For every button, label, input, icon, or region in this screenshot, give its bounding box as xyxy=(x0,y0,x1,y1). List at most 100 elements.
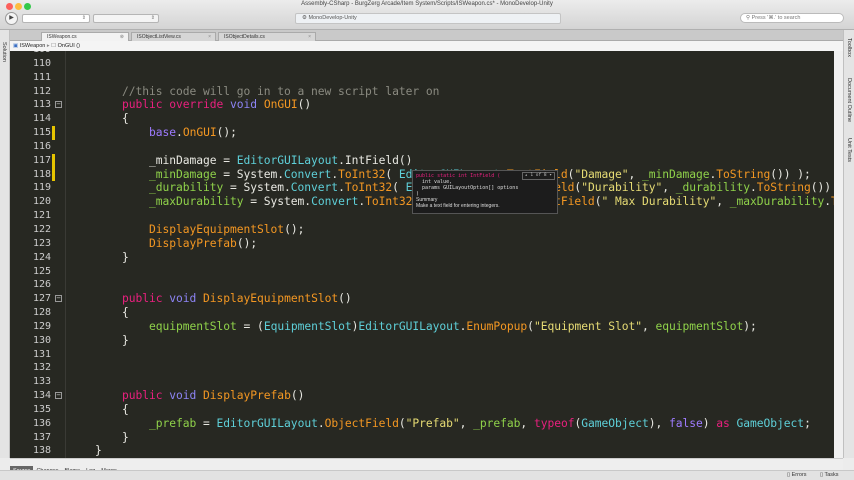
code-line[interactable]: 138 } xyxy=(10,444,843,458)
code-token: EditorGUILayout xyxy=(216,416,318,430)
code-line[interactable]: 128 { xyxy=(10,306,843,320)
errors-label: Errors xyxy=(791,472,807,478)
class-icon: ▣ xyxy=(13,43,20,49)
code-token: EditorGUILayout xyxy=(236,153,339,167)
modified-marker xyxy=(52,153,55,168)
line-number: 130 xyxy=(32,334,51,346)
code-token: = ( xyxy=(236,319,264,333)
line-number: 123 xyxy=(32,237,51,249)
code-token: , xyxy=(662,181,676,195)
code-token: EditorGUILayout xyxy=(358,319,460,333)
code-line[interactable]: 132 xyxy=(10,361,843,375)
code-token: () xyxy=(297,98,312,112)
code-token: public override xyxy=(122,98,231,112)
code-line[interactable]: 131 xyxy=(10,348,843,362)
code-token: } xyxy=(68,333,129,347)
bottom-tabs: SourceChangesBlameLogMerge xyxy=(10,458,843,477)
code-token: ; xyxy=(804,416,811,430)
code-token: DisplayPrefab xyxy=(203,389,291,403)
line-number: 131 xyxy=(32,348,51,360)
code-token: ToInt32 xyxy=(338,167,386,181)
code-token: void xyxy=(169,292,204,306)
unit-tests-pad-tab[interactable]: Unit Tests xyxy=(846,138,852,162)
tab-isweapon[interactable]: ISWeapon.cs ⊗ xyxy=(41,32,129,41)
code-token: "Prefab" xyxy=(405,416,460,430)
code-line[interactable]: 130 } xyxy=(10,334,843,348)
code-token: ); xyxy=(743,319,757,333)
code-line[interactable]: 123 DisplayPrefab(); xyxy=(10,237,843,251)
tasks-button[interactable]: ▯ Tasks xyxy=(820,472,839,478)
code-text: DisplayEquipmentSlot(); xyxy=(68,223,304,237)
line-number: 113 xyxy=(32,99,51,111)
window-title: Assembly-CSharp - BurgZerg Arcade/Item S… xyxy=(301,1,553,7)
code-token: (); xyxy=(216,126,237,140)
code-line[interactable]: 125 xyxy=(10,265,843,279)
line-number: 133 xyxy=(32,376,51,388)
code-token: , xyxy=(641,319,656,333)
search-input[interactable]: ⚲ Press '⌘.' to search xyxy=(740,13,844,23)
code-text: public override void OnGUI() xyxy=(68,98,311,112)
code-token: ToString xyxy=(756,181,811,195)
tab-isobjectdetails[interactable]: ISObjectDetails.cs × xyxy=(218,32,316,41)
code-token: void xyxy=(169,389,204,403)
code-line[interactable]: 111 xyxy=(10,71,843,85)
code-token: _prefab xyxy=(473,416,521,430)
code-token: Convert xyxy=(311,195,359,209)
code-lines: 109110111112 //this code will go in to a… xyxy=(10,51,843,458)
code-token: { xyxy=(68,402,129,416)
target-select[interactable]: ⇕ xyxy=(93,14,159,23)
code-line[interactable]: 134− public void DisplayPrefab() xyxy=(10,389,843,403)
toolbox-pad-tab[interactable]: Toolbox xyxy=(846,38,852,57)
code-line[interactable]: 136 _prefab = EditorGUILayout.ObjectFiel… xyxy=(10,417,843,431)
parameter-info-tooltip: ▴ 1 of 8 ▾ public static int IntField ( … xyxy=(412,170,558,214)
code-line[interactable]: 122 DisplayEquipmentSlot(); xyxy=(10,223,843,237)
line-number: 127 xyxy=(32,293,51,305)
fold-toggle-icon[interactable]: − xyxy=(55,295,62,303)
tab-isobjectlistview[interactable]: ISObjectListView.cs × xyxy=(131,32,216,41)
fold-toggle-icon[interactable]: − xyxy=(55,392,62,400)
code-line[interactable]: 137 } xyxy=(10,431,843,445)
code-line[interactable]: 133 xyxy=(10,375,843,389)
configuration-select[interactable]: ⇕ xyxy=(22,14,90,23)
overload-pager[interactable]: ▴ 1 of 8 ▾ xyxy=(521,172,555,180)
code-token: _minDamage xyxy=(68,167,217,181)
code-line[interactable]: 129 equipmentSlot = (EquipmentSlot)Edito… xyxy=(10,320,843,334)
line-number: 112 xyxy=(32,85,51,97)
code-line[interactable]: 127− public void DisplayEquipmentSlot() xyxy=(10,292,843,306)
errors-button[interactable]: ▯ Errors xyxy=(787,472,807,478)
breadcrumb-class[interactable]: ISWeapon xyxy=(20,43,46,49)
document-outline-pad-tab[interactable]: Document Outline xyxy=(846,78,852,122)
line-number: 118 xyxy=(32,168,51,180)
code-token: . xyxy=(317,416,325,430)
solution-pad-tab[interactable]: Solution xyxy=(1,42,7,62)
code-line[interactable]: 124 } xyxy=(10,251,843,265)
code-token: (); xyxy=(236,236,258,250)
code-line[interactable]: 115 base.OnGUI(); xyxy=(10,126,843,140)
code-line[interactable]: 117 _minDamage = EditorGUILayout.IntFiel… xyxy=(10,153,843,168)
fold-toggle-icon[interactable]: − xyxy=(55,101,62,109)
tab-label: ISWeapon.cs xyxy=(47,34,77,40)
line-number: 128 xyxy=(32,307,51,319)
code-line[interactable]: 112 //this code will go in to a new scri… xyxy=(10,85,843,99)
code-line[interactable]: 116 xyxy=(10,140,843,154)
code-token: ToString xyxy=(716,167,771,181)
code-line[interactable]: 126 xyxy=(10,278,843,292)
line-number: 132 xyxy=(32,362,51,374)
code-token: , xyxy=(628,167,642,181)
code-token: " Max Durability" xyxy=(601,195,717,209)
document-tabs: ISWeapon.cs ⊗ ISObjectListView.cs × ISObje… xyxy=(10,30,843,41)
code-token: (); xyxy=(284,222,305,236)
code-editor[interactable]: 109110111112 //this code will go in to a… xyxy=(10,51,843,458)
code-line[interactable]: 110 xyxy=(10,57,843,71)
code-token: = System. xyxy=(223,181,291,195)
code-token: } xyxy=(68,250,129,264)
breadcrumb-method[interactable]: OnGUI () xyxy=(58,43,80,49)
code-line[interactable]: 113− public override void OnGUI() xyxy=(10,98,843,112)
code-line[interactable]: 135 { xyxy=(10,403,843,417)
vertical-scrollbar[interactable] xyxy=(834,51,843,458)
code-text: { xyxy=(68,403,129,417)
code-line[interactable]: 114 { xyxy=(10,112,843,126)
run-button[interactable]: ▶ xyxy=(5,12,18,25)
